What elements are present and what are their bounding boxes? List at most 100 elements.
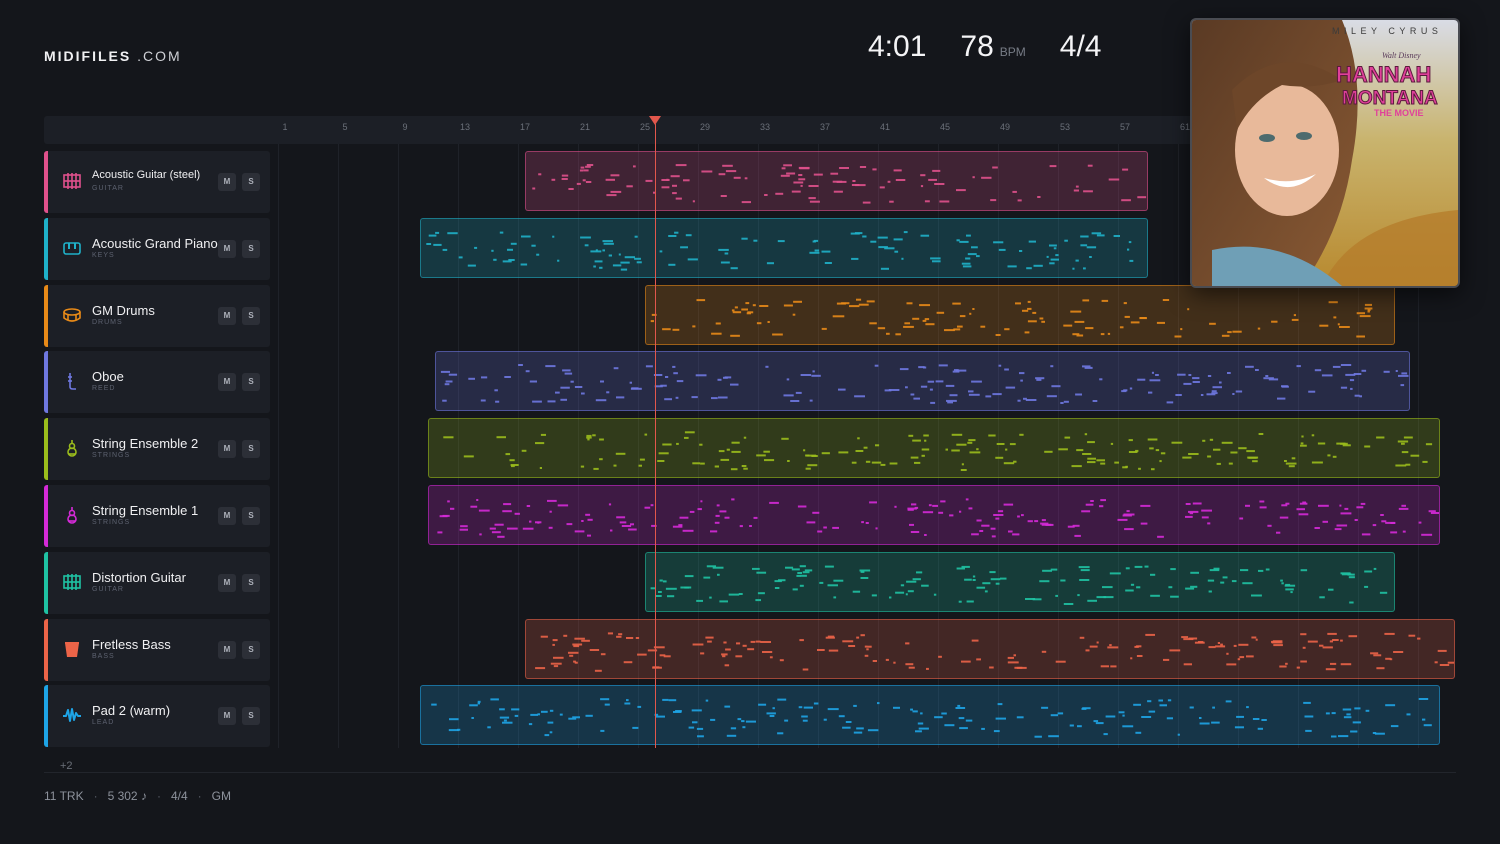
cover-title-line1: HANNAH [1336, 62, 1431, 87]
track-header[interactable]: Fretless Bass BASS M S [44, 619, 270, 681]
ruler-tick-label: 5 [342, 122, 348, 132]
midi-clip[interactable] [420, 685, 1440, 745]
footer-time-signature: 4/4 [170, 789, 188, 803]
footer-track-count: 11 TRK [44, 789, 84, 803]
footer-summary: 11 TRK · 5 302 ♪ · 4/4 · GM [44, 789, 231, 803]
midi-clip[interactable] [525, 619, 1455, 679]
mute-button[interactable]: M [218, 307, 236, 325]
ruler-tick-label: 13 [459, 122, 471, 132]
clip-notes [442, 431, 1432, 471]
track-color-bar [44, 351, 48, 413]
solo-button[interactable]: S [242, 307, 260, 325]
track-header[interactable]: String Ensemble 2 STRINGS M S [44, 418, 270, 480]
mute-button[interactable]: M [218, 574, 236, 592]
footer-note-count: 5 302 ♪ [107, 789, 147, 803]
track-header[interactable]: Pad 2 (warm) LEAD M S [44, 685, 270, 747]
mute-button[interactable]: M [218, 240, 236, 258]
track-header[interactable]: Distortion Guitar GUITAR M S [44, 552, 270, 614]
midi-clip[interactable] [435, 351, 1410, 411]
more-tracks-indicator[interactable]: +2 [60, 760, 73, 772]
midi-clip[interactable] [420, 218, 1148, 278]
solo-button[interactable]: S [242, 440, 260, 458]
clip-notes [650, 298, 1373, 338]
midi-clip[interactable] [427, 485, 1440, 545]
clip-notes [532, 164, 1147, 204]
brand-logo[interactable]: MIDIFILES .COM [44, 48, 182, 64]
violin-icon [62, 505, 82, 525]
track-header[interactable]: Acoustic Guitar (steel) GUITAR M S [44, 151, 270, 213]
cover-subtitle: THE MOVIE [1374, 108, 1424, 118]
mute-button[interactable]: M [218, 641, 236, 659]
track-color-bar [44, 151, 48, 213]
mute-button[interactable]: M [218, 173, 236, 191]
track-name: Acoustic Grand Piano [92, 236, 218, 251]
track-name: Oboe [92, 369, 124, 384]
track-name: Acoustic Guitar (steel) [92, 169, 201, 181]
wave-icon [62, 705, 82, 725]
album-cover: MILEY CYRUS Walt Disney HANNAH MONTANA T… [1190, 18, 1460, 288]
violin-icon [62, 438, 82, 458]
brand-logo-light: .COM [137, 48, 182, 64]
ruler-tick-label: 17 [519, 122, 531, 132]
track-name: String Ensemble 2 [92, 436, 199, 451]
time-signature-readout: 4/4 [1059, 30, 1102, 63]
playhead[interactable] [655, 124, 656, 748]
track-header[interactable]: GM Drums DRUMS M S [44, 285, 270, 347]
track-category: REED [92, 385, 116, 392]
track-color-bar [44, 485, 48, 547]
mute-button[interactable]: M [218, 507, 236, 525]
track-category: LEAD [92, 719, 115, 726]
ruler-tick-label: 61 [1179, 122, 1191, 132]
solo-button[interactable]: S [242, 641, 260, 659]
midi-clip[interactable] [645, 552, 1395, 612]
mute-button[interactable]: M [218, 373, 236, 391]
track-category: BASS [92, 653, 115, 660]
ruler-tick-label: 53 [1059, 122, 1071, 132]
mute-button[interactable]: M [218, 707, 236, 725]
track-category: GUITAR [92, 586, 124, 593]
clip-notes [436, 498, 1440, 538]
track-color-bar [44, 552, 48, 614]
midi-clip[interactable] [525, 151, 1148, 211]
solo-button[interactable]: S [242, 574, 260, 592]
footer-separator: · [93, 789, 98, 803]
clip-notes [440, 364, 1409, 404]
cover-presenter: Walt Disney [1382, 51, 1421, 60]
track-name: Distortion Guitar [92, 570, 186, 585]
track-category: KEYS [92, 252, 115, 259]
solo-button[interactable]: S [242, 173, 260, 191]
brand-logo-bold: MIDIFILES [44, 48, 132, 64]
solo-button[interactable]: S [242, 707, 260, 725]
ruler-tick-label: 45 [939, 122, 951, 132]
track-category: STRINGS [92, 452, 131, 459]
solo-button[interactable]: S [242, 507, 260, 525]
midi-clip[interactable] [427, 418, 1440, 478]
ruler-tick-label: 37 [819, 122, 831, 132]
track-color-bar [44, 619, 48, 681]
mute-button[interactable]: M [218, 440, 236, 458]
song-stats: 4:01 78 BPM 4/4 [868, 30, 1102, 64]
ruler-tick-label: 49 [999, 122, 1011, 132]
track-color-bar [44, 418, 48, 480]
guitar-grid-icon [62, 171, 82, 191]
solo-button[interactable]: S [242, 240, 260, 258]
cover-title-line2: MONTANA [1342, 88, 1438, 109]
footer-separator: · [197, 789, 202, 803]
ruler-tick-label: 21 [579, 122, 591, 132]
track-color-bar [44, 218, 48, 280]
track-header[interactable]: Oboe REED M S [44, 351, 270, 413]
oboe-icon [62, 371, 82, 391]
track-category: GUITAR [92, 185, 124, 192]
track-category: DRUMS [92, 319, 123, 326]
album-cover-art: MILEY CYRUS Walt Disney HANNAH MONTANA T… [1192, 20, 1458, 286]
track-name: Pad 2 (warm) [92, 703, 171, 718]
track-header[interactable]: Acoustic Grand Piano KEYS M S [44, 218, 270, 280]
solo-button[interactable]: S [242, 373, 260, 391]
drum-icon [62, 305, 82, 325]
ruler-tick-label: 57 [1119, 122, 1131, 132]
ruler-tick-label: 41 [879, 122, 891, 132]
clip-notes [431, 698, 1432, 738]
midi-clip[interactable] [645, 285, 1395, 345]
ruler-tick-label: 1 [282, 122, 288, 132]
track-header[interactable]: String Ensemble 1 STRINGS M S [44, 485, 270, 547]
